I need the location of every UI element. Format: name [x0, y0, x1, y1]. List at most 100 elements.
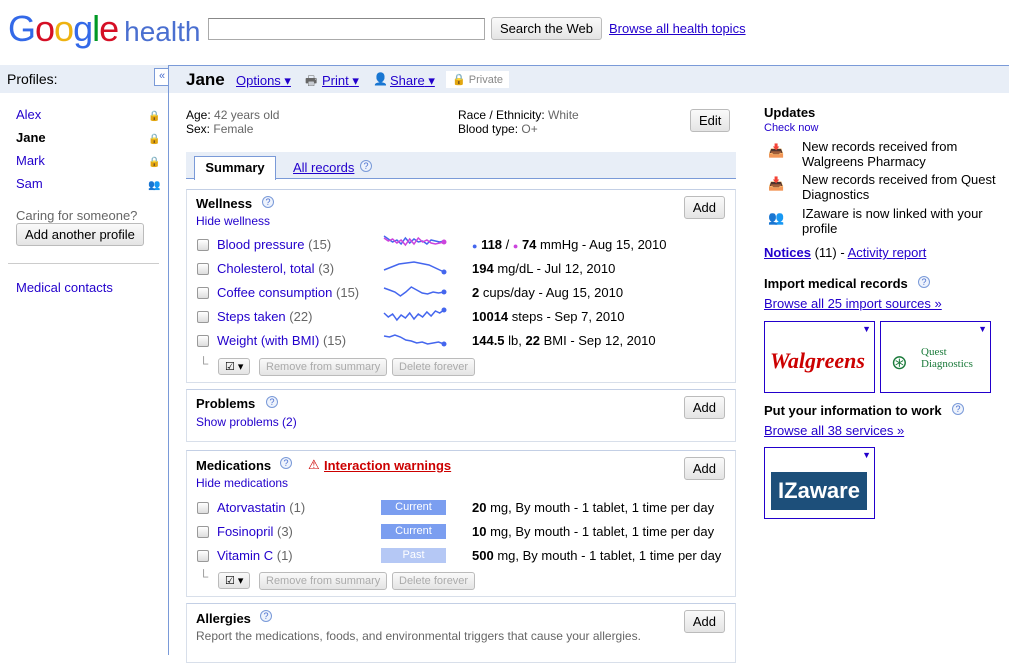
remove-from-summary-button[interactable]: Remove from summary: [259, 358, 388, 376]
people-icon: 👥: [768, 210, 785, 225]
sparkline: [383, 261, 445, 273]
problems-section: Problems ? Show problems (2) Add: [186, 389, 736, 442]
wellness-row: Cholesterol, total (3) 194 mg/dL - Jul 12…: [197, 261, 737, 281]
add-medication-button[interactable]: Add: [683, 457, 725, 480]
interaction-warnings-link[interactable]: Interaction warnings: [324, 458, 451, 473]
records-icon: 📥: [768, 143, 785, 158]
medication-link[interactable]: Fosinopril: [217, 524, 273, 539]
row-checkbox[interactable]: [197, 263, 209, 275]
records-icon: 📥: [768, 176, 785, 191]
browse-services-link[interactable]: Browse all 38 services »: [764, 423, 904, 438]
remove-from-summary-button[interactable]: Remove from summary: [259, 572, 388, 590]
wellness-item-link[interactable]: Coffee consumption: [217, 285, 332, 300]
row-checkbox[interactable]: [197, 287, 209, 299]
allergies-title: Allergies: [196, 611, 251, 626]
status-badge: Past: [381, 548, 446, 563]
delete-forever-button[interactable]: Delete forever: [392, 358, 476, 376]
medication-link[interactable]: Vitamin C: [217, 548, 273, 563]
update-item: New records received from Walgreens Phar…: [802, 139, 958, 169]
options-menu[interactable]: Options ▾: [236, 73, 291, 89]
add-profile-button[interactable]: Add another profile: [16, 223, 144, 246]
help-icon[interactable]: ?: [262, 196, 274, 208]
tab-summary[interactable]: Summary: [194, 156, 276, 180]
delete-forever-button[interactable]: Delete forever: [392, 572, 476, 590]
print-menu[interactable]: Print ▾: [322, 73, 359, 89]
shared-icon: 👥: [148, 180, 161, 191]
sparkline-chart: [383, 334, 447, 347]
row-checkbox[interactable]: [197, 239, 209, 251]
wellness-value: 144.5 lb, 22 BMI - Sep 12, 2010: [472, 333, 656, 348]
quest-logo-icon: ⊛: [891, 352, 908, 374]
sparkline: [383, 286, 445, 297]
update-item: IZaware is now linked with your profile: [802, 206, 983, 236]
medication-link[interactable]: Atorvastatin: [217, 500, 286, 515]
check-now-link[interactable]: Check now: [764, 122, 818, 134]
show-problems-link[interactable]: Show problems (2): [196, 415, 297, 429]
help-icon[interactable]: ?: [952, 403, 964, 415]
quest-tile[interactable]: ▼ ⊛ Quest Diagnostics: [880, 321, 991, 393]
select-corner: └: [199, 569, 209, 584]
wellness-item-link[interactable]: Steps taken: [217, 309, 286, 324]
wellness-item-link[interactable]: Blood pressure: [217, 237, 304, 252]
share-menu[interactable]: Share ▾: [390, 73, 435, 89]
search-web-button[interactable]: Search the Web: [491, 17, 602, 40]
tab-all-records[interactable]: All records: [293, 160, 354, 175]
profile-mark[interactable]: Mark: [16, 153, 45, 168]
add-problem-button[interactable]: Add: [683, 396, 725, 419]
wellness-item-link[interactable]: Weight (with BMI): [217, 333, 319, 348]
help-icon[interactable]: ?: [260, 610, 272, 622]
status-badge: Current: [381, 500, 446, 515]
demographics-left: Age: 42 years old Sex: Female: [186, 108, 280, 136]
help-icon[interactable]: ?: [918, 276, 930, 288]
sparkline-last-point: [441, 289, 447, 295]
help-icon[interactable]: ?: [280, 457, 292, 469]
select-menu-button[interactable]: ☑ ▾: [218, 572, 251, 589]
wellness-section: Wellness ? Hide wellness Add Blood press…: [186, 189, 736, 383]
search-input[interactable]: [208, 18, 485, 40]
wellness-row: Weight (with BMI) (15) 144.5 lb, 22 BMI -…: [197, 333, 737, 353]
help-icon[interactable]: ?: [360, 160, 372, 172]
walgreens-tile[interactable]: ▼ Walgreens: [764, 321, 875, 393]
private-badge: 🔒 Private: [446, 71, 510, 88]
google-health-logo[interactable]: Google health: [8, 8, 200, 50]
edit-button[interactable]: Edit: [690, 109, 731, 132]
sparkline-chart: [383, 235, 447, 247]
problems-title: Problems: [196, 396, 256, 411]
select-menu-button[interactable]: ☑ ▾: [218, 358, 251, 375]
row-checkbox[interactable]: [197, 502, 209, 514]
printer-icon: 🖶: [305, 73, 318, 88]
row-checkbox[interactable]: [197, 311, 209, 323]
browse-import-link[interactable]: Browse all 25 import sources »: [764, 296, 942, 311]
add-allergy-button[interactable]: Add: [683, 610, 725, 633]
profile-sam[interactable]: Sam: [16, 176, 43, 191]
lock-icon: 🔒: [148, 134, 161, 145]
sparkline-chart: [383, 261, 447, 275]
add-wellness-button[interactable]: Add: [683, 196, 725, 219]
hide-medications-link[interactable]: Hide medications: [196, 476, 288, 490]
notices-link[interactable]: Notices: [764, 245, 811, 260]
wellness-value: 10014 steps - Sep 7, 2010: [472, 309, 625, 324]
medications-section: Medications ? ⚠ Interaction warnings Hid…: [186, 450, 736, 597]
help-icon[interactable]: ?: [266, 396, 278, 408]
wellness-value: ● 118 / ● 74 mmHg - Aug 15, 2010: [472, 237, 667, 252]
activity-report-link[interactable]: Activity report: [848, 245, 927, 260]
profiles-header: Profiles: «: [0, 65, 170, 93]
row-checkbox[interactable]: [197, 550, 209, 562]
import-title: Import medical records: [764, 276, 908, 291]
wellness-row: Steps taken (22) 10014 steps - Sep 7, 201…: [197, 307, 737, 329]
medication-dose: 10 mg, By mouth - 1 tablet, 1 time per d…: [472, 524, 715, 539]
profile-alex[interactable]: Alex: [16, 107, 41, 122]
row-checkbox[interactable]: [197, 335, 209, 347]
demographics-right: Race / Ethnicity: White Blood type: O+: [458, 108, 579, 136]
browse-health-topics-link[interactable]: Browse all health topics: [609, 21, 746, 36]
allergies-section: Allergies ? Report the medications, food…: [186, 603, 736, 663]
row-checkbox[interactable]: [197, 526, 209, 538]
services-title: Put your information to work: [764, 403, 942, 418]
medications-title: Medications: [196, 458, 272, 473]
sparkline-last-point: [441, 341, 447, 347]
profile-jane[interactable]: Jane: [16, 130, 46, 145]
wellness-item-link[interactable]: Cholesterol, total: [217, 261, 315, 276]
medical-contacts-link[interactable]: Medical contacts: [16, 280, 113, 295]
hide-wellness-link[interactable]: Hide wellness: [196, 214, 270, 228]
izaware-tile[interactable]: ▼ IZaware: [764, 447, 875, 519]
